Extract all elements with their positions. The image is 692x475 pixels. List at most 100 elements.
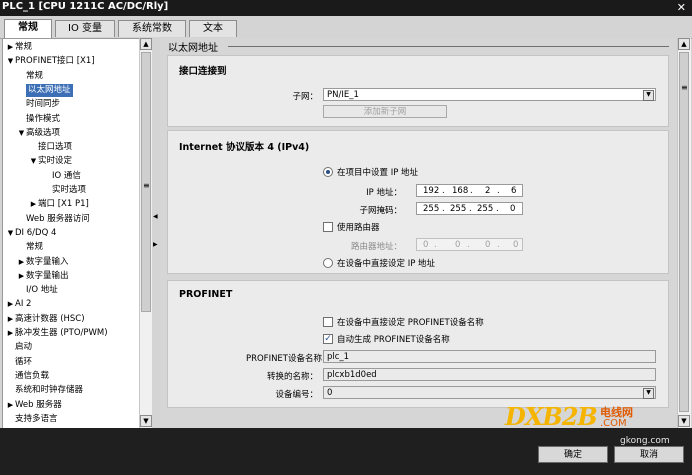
ip-dot: . <box>497 186 500 196</box>
ip-direct-radio[interactable] <box>323 258 333 268</box>
cancel-button[interactable]: 取消 <box>614 446 684 463</box>
router-address-field[interactable]: 0 . 0 . 0 . 0 <box>416 238 523 251</box>
tree-item[interactable]: 启动 <box>15 341 32 354</box>
chevron-down-icon[interactable]: ▼ <box>643 90 654 101</box>
subnet-value: PN/IE_1 <box>327 90 359 100</box>
tree-item[interactable]: ▶ 常规 <box>6 41 32 54</box>
device-number-select[interactable]: 0 ▼ <box>323 386 656 399</box>
tree-item[interactable]: ▶ 数字量输入 <box>17 256 69 269</box>
scroll-up-icon[interactable]: ▲ <box>678 38 690 50</box>
set-name-directly-checkbox[interactable] <box>323 317 333 327</box>
tree-item[interactable]: ▼ 实时设定 <box>29 155 72 168</box>
tree-item[interactable]: 通信负载 <box>15 370 49 383</box>
tree-item[interactable]: ▶ Web 服务器 <box>6 399 62 412</box>
tree-item-label: 以太网地址 <box>28 84 71 95</box>
tree-item[interactable]: ▶ 端口 [X1 P1] <box>29 198 89 211</box>
tree-item-label: 高速计数器 (HSC) <box>15 313 85 324</box>
subnet-mask-field[interactable]: 255 . 255 . 255 . 0 <box>416 202 523 215</box>
expand-down-icon[interactable]: ▼ <box>6 227 15 240</box>
chevron-down-icon[interactable]: ▼ <box>643 388 654 399</box>
expand-right-icon[interactable]: ▶ <box>6 327 15 340</box>
tab-texts[interactable]: 文本 <box>189 20 237 37</box>
tree-item-label: I/O 地址 <box>26 285 58 296</box>
tree-item[interactable]: 接口选项 <box>38 141 72 154</box>
tree-item[interactable]: 循环 <box>15 356 32 369</box>
auto-generate-checkbox[interactable]: ✓ <box>323 334 333 344</box>
tree-item[interactable]: 支持多语言 <box>15 413 58 426</box>
router-octet-2: 0 <box>455 240 461 250</box>
router-octet-3: 0 <box>485 240 491 250</box>
tree-item[interactable]: ▶ 数字量输出 <box>17 270 69 283</box>
ok-button[interactable]: 确定 <box>538 446 608 463</box>
tab-io-tags[interactable]: IO 变量 <box>55 20 115 37</box>
use-router-checkbox[interactable] <box>323 222 333 232</box>
expand-right-icon[interactable]: ▶ <box>17 256 26 269</box>
tree-item-label: 数字量输出 <box>26 270 69 281</box>
tree-item[interactable]: 常规 <box>26 241 43 254</box>
tree-item[interactable]: 以太网地址 <box>26 83 73 97</box>
expand-down-icon[interactable]: ▼ <box>6 55 15 68</box>
profinet-panel: PROFINET 在设备中直接设定 PROFINET设备名称 ✓ 自动生成 PR… <box>167 280 669 408</box>
window-titlebar: PLC_1 [CPU 1211C AC/DC/Rly] ✕ <box>0 0 692 16</box>
device-number-label: 设备编号： <box>275 390 318 400</box>
converted-name-field[interactable]: plcxb1d0ed <box>323 368 656 381</box>
scroll-down-icon[interactable]: ▼ <box>140 415 152 427</box>
ipv4-title: Internet 协议版本 4 (IPv4) <box>179 142 310 153</box>
tree-item[interactable]: 时间同步 <box>26 98 60 111</box>
router-dot: . <box>467 240 470 250</box>
tree-item-label: DI 6/DQ 4 <box>15 227 57 238</box>
add-subnet-button[interactable]: 添加新子网 <box>323 105 447 118</box>
ipv4-panel: Internet 协议版本 4 (IPv4) 在项目中设置 IP 地址 IP 地… <box>167 130 669 274</box>
collapse-left-icon[interactable]: ◀ <box>153 213 158 220</box>
expand-right-icon[interactable]: ▶ <box>6 41 15 54</box>
tree-item[interactable]: 系统和时钟存储器 <box>15 384 83 397</box>
tree-item-label: 接口选项 <box>38 142 73 153</box>
expand-down-icon[interactable]: ▼ <box>17 127 26 140</box>
tree-scrollbar[interactable]: ▲ ≡ ▼ <box>139 38 153 428</box>
window-title: PLC_1 [CPU 1211C AC/DC/Rly] <box>2 1 169 12</box>
ip-octet-4: 6 <box>511 186 517 196</box>
tree-item[interactable]: IO 通信 <box>52 170 81 183</box>
mask-dot: . <box>496 204 499 214</box>
tree-item[interactable]: ▶ AI 2 <box>6 298 32 311</box>
main-scroll-thumb[interactable] <box>679 52 689 412</box>
tree-item[interactable]: I/O 地址 <box>26 284 58 297</box>
expand-right-icon[interactable]: ▶ <box>153 241 158 248</box>
set-name-directly-label: 在设备中直接设定 PROFINET设备名称 <box>337 318 484 328</box>
tree-item[interactable]: Web 服务器访问 <box>26 213 90 226</box>
ip-address-field[interactable]: 192 . 168 . 2 . 6 <box>416 184 523 197</box>
subnet-select[interactable]: PN/IE_1 ▼ <box>323 88 656 101</box>
expand-right-icon[interactable]: ▶ <box>6 298 15 311</box>
header-divider <box>228 46 669 47</box>
ip-in-project-radio[interactable] <box>323 167 333 177</box>
tab-bar: 常规 IO 变量 系统常数 文本 <box>0 16 692 39</box>
expand-right-icon[interactable]: ▶ <box>6 313 15 326</box>
tree-item[interactable]: 操作模式 <box>26 113 60 126</box>
tree-item[interactable]: ▶ 脉冲发生器 (PTO/PWM) <box>6 327 108 340</box>
tree-item[interactable]: ▼ 高级选项 <box>17 127 60 140</box>
tree-item[interactable]: 实时选项 <box>52 184 86 197</box>
expand-right-icon[interactable]: ▶ <box>6 399 15 412</box>
tree-item[interactable]: ▼ DI 6/DQ 4 <box>6 227 57 240</box>
router-dot: . <box>434 240 437 250</box>
tab-general[interactable]: 常规 <box>4 19 52 38</box>
main-scrollbar[interactable]: ▲ ≡ ▼ <box>677 38 691 428</box>
tree-item-label: 数字量输入 <box>26 256 69 267</box>
tree-item[interactable]: ▶ 高速计数器 (HSC) <box>6 313 85 326</box>
expand-down-icon[interactable]: ▼ <box>29 155 38 168</box>
close-icon[interactable]: ✕ <box>677 1 686 14</box>
tab-system-constants[interactable]: 系统常数 <box>118 20 186 37</box>
expand-right-icon[interactable]: ▶ <box>17 270 26 283</box>
tree-item[interactable]: 常规 <box>26 70 43 83</box>
scroll-up-icon[interactable]: ▲ <box>140 38 152 50</box>
section-header: 以太网地址 <box>168 43 218 54</box>
ip-dot: . <box>470 186 473 196</box>
tree-item-label: Web 服务器访问 <box>26 213 90 224</box>
expand-right-icon[interactable]: ▶ <box>29 198 38 211</box>
scroll-down-icon[interactable]: ▼ <box>678 415 690 427</box>
pane-splitter[interactable]: ◀ ▶ <box>152 38 160 428</box>
tree-item[interactable]: ▼ PROFINET接口 [X1] <box>6 55 95 68</box>
tree-item-label: 常规 <box>26 242 44 253</box>
device-name-field[interactable]: plc_1 <box>323 350 656 363</box>
watermark-logo: DXB2B <box>505 402 598 431</box>
